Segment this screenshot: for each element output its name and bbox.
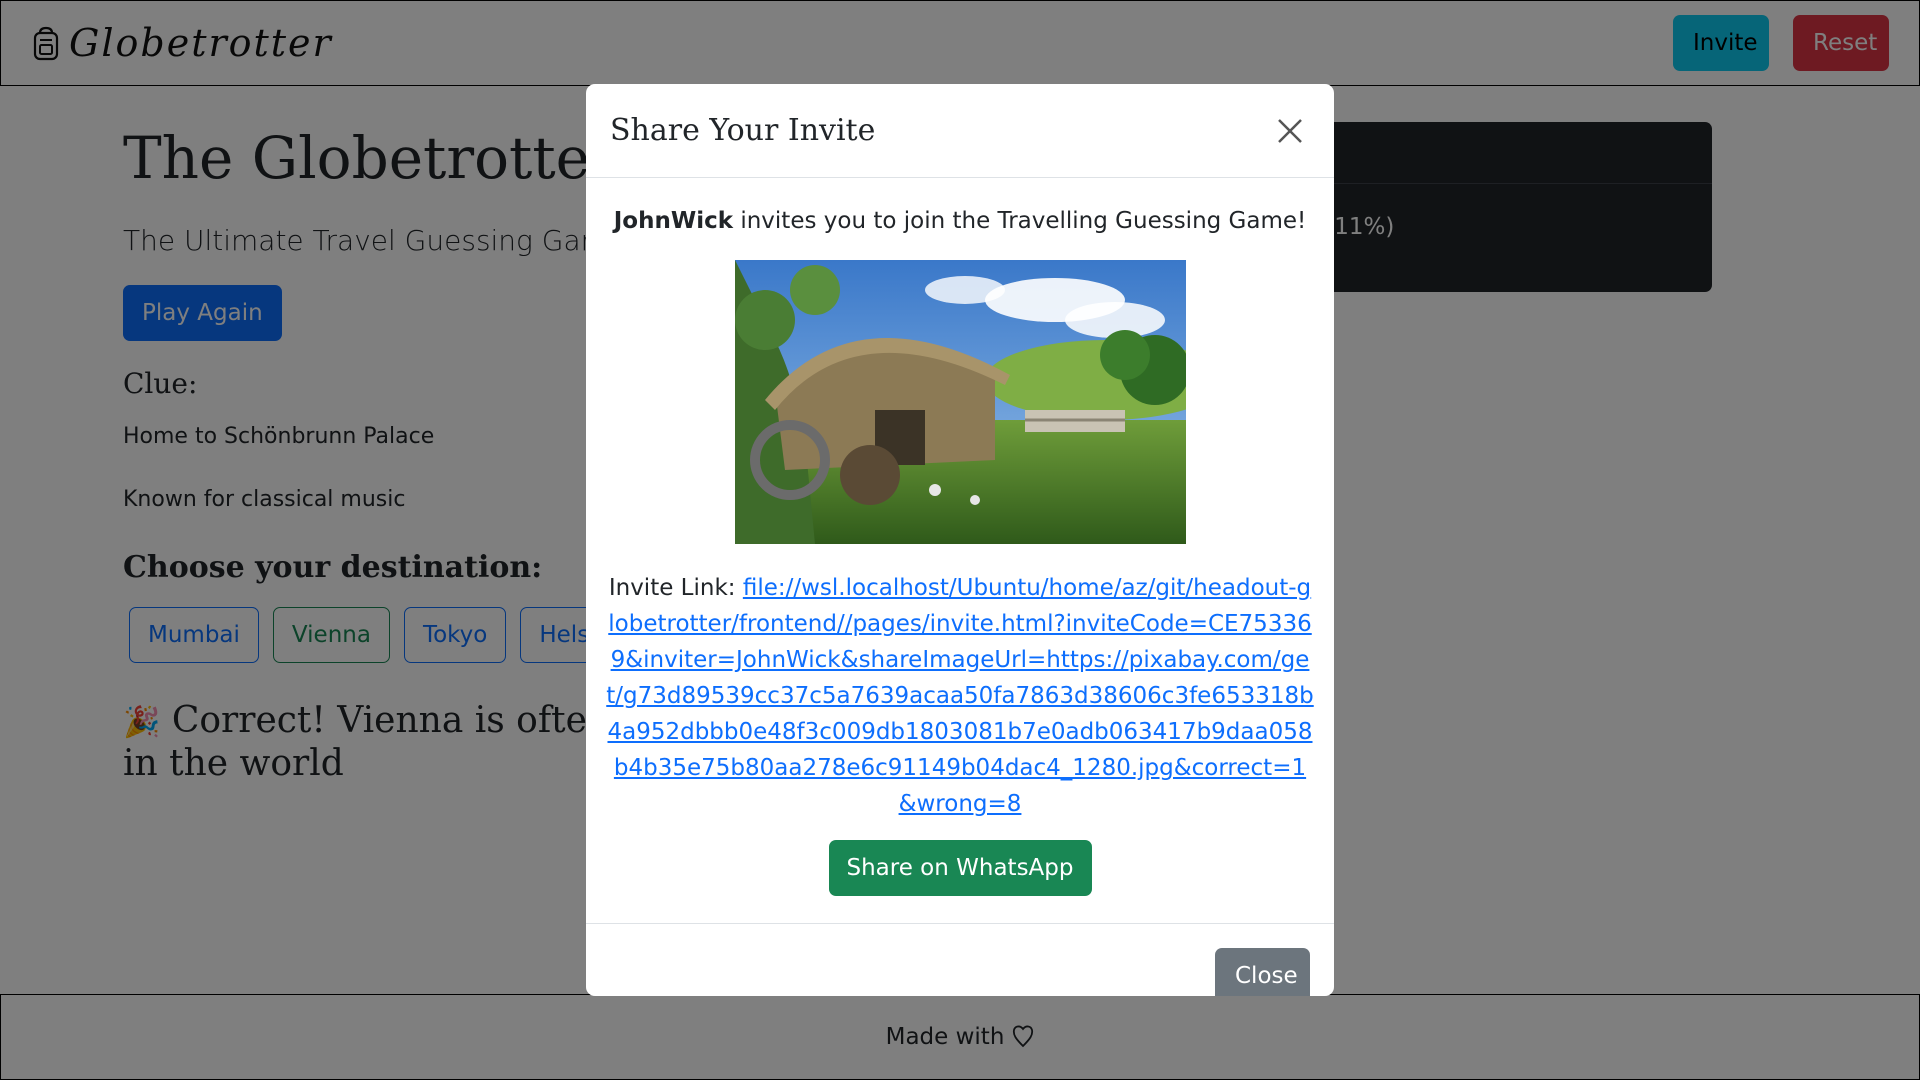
modal-body: JohnWick invites you to join the Travell… (586, 208, 1334, 924)
modal-title: Share Your Invite (610, 113, 876, 148)
share-invite-modal: Share Your Invite JohnWick invites you t… (586, 84, 1334, 996)
share-whatsapp-button[interactable]: Share on WhatsApp (828, 840, 1092, 896)
modal-footer: Close (586, 924, 1334, 996)
modal-header: Share Your Invite (586, 84, 1334, 178)
close-icon[interactable] (1270, 111, 1310, 151)
invite-message: JohnWick invites you to join the Travell… (606, 208, 1314, 234)
invite-link-label: Invite Link: (608, 575, 743, 601)
inviter-name: JohnWick (613, 208, 734, 234)
invite-message-text: invites you to join the Travelling Guess… (733, 208, 1307, 234)
invite-link[interactable]: file://wsl.localhost/Ubuntu/home/az/git/… (606, 575, 1313, 817)
close-button[interactable]: Close (1215, 948, 1310, 996)
invite-link-block: Invite Link: file://wsl.localhost/Ubuntu… (606, 570, 1314, 822)
hobbit-house-photo (734, 260, 1186, 544)
